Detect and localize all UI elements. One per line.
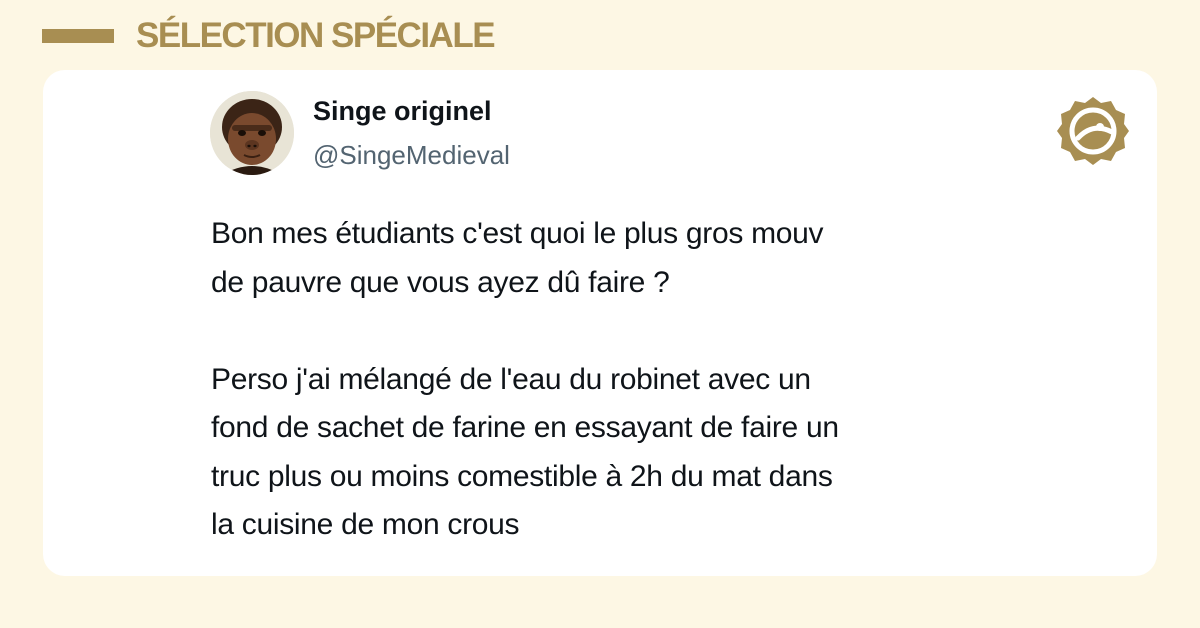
monkey-avatar-icon <box>210 91 294 175</box>
section-header: SÉLECTION SPÉCIALE <box>42 14 496 58</box>
avatar[interactable] <box>210 91 294 175</box>
tweet-paragraph-1: Bon mes étudiants c'est quoi le plus gro… <box>211 217 824 299</box>
tweet-card: Singe originel @SingeMedieval Bon mes ét… <box>43 70 1157 576</box>
header-accent-bar <box>42 29 114 43</box>
brand-seal-icon <box>1056 94 1130 168</box>
section-title: SÉLECTION SPÉCIALE <box>136 16 496 55</box>
tweet-text: Bon mes étudiants c'est quoi le plus gro… <box>211 210 1071 550</box>
page: SÉLECTION SPÉCIALE Singe originel @Singe… <box>0 0 1200 628</box>
author-name[interactable]: Singe originel <box>313 96 492 127</box>
tweet-paragraph-2: Perso j'ai mélangé de l'eau du robinet a… <box>211 362 839 542</box>
author-handle[interactable]: @SingeMedieval <box>313 140 510 171</box>
